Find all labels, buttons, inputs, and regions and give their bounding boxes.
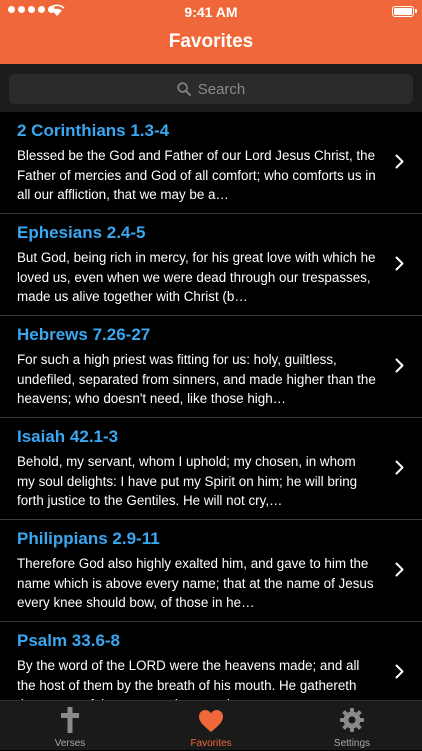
chevron-right-icon bbox=[395, 256, 404, 271]
battery-icon bbox=[392, 6, 417, 17]
tab-verses[interactable]: Verses bbox=[0, 701, 140, 751]
verse-text: For such a high priest was fitting for u… bbox=[17, 352, 376, 406]
verse-reference: 2 Corinthians 1.3-4 bbox=[17, 121, 170, 140]
search-input[interactable]: Search bbox=[9, 74, 413, 104]
heart-icon bbox=[199, 710, 223, 732]
page-title: Favorites bbox=[168, 31, 254, 52]
chevron-right-icon bbox=[395, 358, 404, 373]
tab-settings[interactable]: Settings bbox=[282, 701, 422, 751]
chevron-right-icon bbox=[395, 664, 404, 679]
search-icon bbox=[177, 82, 191, 96]
tab-label: Favorites bbox=[190, 738, 232, 749]
verse-text: By the word of the LORD were the heavens… bbox=[17, 658, 360, 700]
list-item[interactable]: Ephesians 2.4-5 But God, being rich in m… bbox=[0, 214, 422, 316]
list-item[interactable]: Psalm 33.6-8 By the word of the LORD wer… bbox=[0, 622, 422, 700]
tab-favorites[interactable]: Favorites bbox=[141, 701, 281, 751]
verse-text: But God, being rich in mercy, for his gr… bbox=[17, 250, 376, 304]
favorites-list: 2 Corinthians 1.3-4 Blessed be the God a… bbox=[0, 112, 422, 700]
tab-label: Settings bbox=[333, 738, 371, 749]
tab-bar: Verses Favorites Settings bbox=[0, 700, 422, 750]
list-item[interactable]: Philippians 2.9-11 Therefore God also hi… bbox=[0, 520, 422, 622]
verse-text: Behold, my servant, whom I uphold; my ch… bbox=[17, 454, 358, 508]
list-item[interactable]: Isaiah 42.1-3 Behold, my servant, whom I… bbox=[0, 418, 422, 520]
gear-icon bbox=[340, 708, 364, 732]
verse-text: Therefore God also highly exalted him, a… bbox=[17, 556, 374, 610]
tab-label: Verses bbox=[54, 738, 86, 749]
chevron-right-icon bbox=[395, 154, 404, 169]
list-item[interactable]: 2 Corinthians 1.3-4 Blessed be the God a… bbox=[0, 112, 422, 214]
status-bar: 9:41 AM bbox=[0, 0, 422, 24]
chevron-right-icon bbox=[395, 562, 404, 577]
verse-reference: Isaiah 42.1-3 bbox=[17, 427, 119, 446]
verse-text: Blessed be the God and Father of our Lor… bbox=[17, 148, 376, 202]
status-time: 9:41 AM bbox=[184, 4, 238, 20]
verse-reference: Philippians 2.9-11 bbox=[17, 529, 160, 548]
verse-reference: Psalm 33.6-8 bbox=[17, 631, 121, 650]
verse-reference: Ephesians 2.4-5 bbox=[17, 223, 146, 242]
search-placeholder: Search bbox=[197, 80, 246, 98]
nav-bar: Favorites bbox=[0, 24, 422, 64]
chevron-right-icon bbox=[395, 460, 404, 475]
verse-reference: Hebrews 7.26-27 bbox=[17, 325, 151, 344]
list-item[interactable]: Hebrews 7.26-27 For such a high priest w… bbox=[0, 316, 422, 418]
cross-icon bbox=[61, 707, 79, 733]
search-bar: Search bbox=[0, 64, 422, 112]
